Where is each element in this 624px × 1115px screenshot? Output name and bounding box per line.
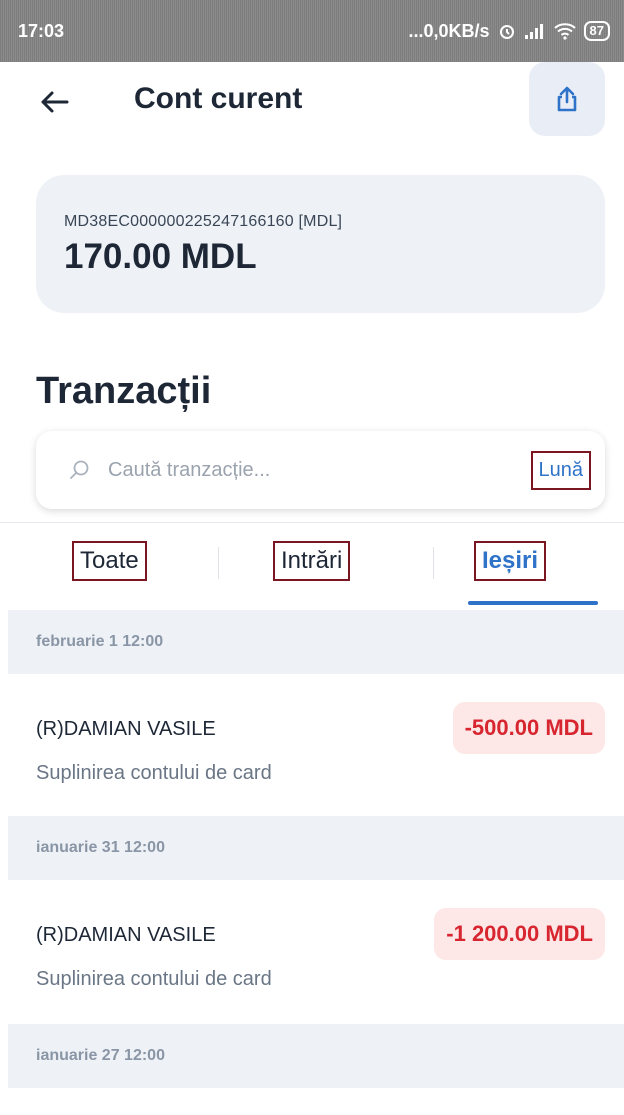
period-filter-button[interactable]: Lună [530, 450, 591, 490]
transaction-description: Suplinirea contului de card [36, 762, 272, 784]
transaction-amount: -1 200.00 MDL [434, 908, 605, 960]
status-bar: 17:03 ...0,0KB/s 87 [0, 0, 624, 62]
status-indicators: ...0,0KB/s 87 [408, 21, 610, 42]
date-header: ianuarie 27 12:00 [8, 1024, 624, 1088]
transaction-name: (R)DAMIAN VASILE [36, 718, 216, 740]
tab-outgoing[interactable]: Ieșiri [474, 541, 547, 581]
divider [0, 522, 624, 523]
tab-separator [433, 547, 434, 579]
share-icon [557, 86, 577, 112]
wifi-icon [553, 23, 576, 40]
transaction-amount: -500.00 MDL [452, 702, 605, 754]
transaction-description: Suplinirea contului de card [36, 968, 272, 990]
tab-separator [218, 547, 219, 579]
transaction-search[interactable]: Caută tranzacție... Lună [36, 431, 605, 509]
account-iban: MD38EC000000225247166160 [MDL] [64, 213, 343, 230]
transaction-item[interactable]: (R)DAMIAN VASILE Suplinirea contului de … [36, 674, 605, 814]
transaction-tabs: Toate Intrări Ieșiri [0, 535, 624, 605]
account-card[interactable]: MD38EC000000225247166160 [MDL] 170.00 MD… [36, 175, 605, 313]
app-header: Cont curent [0, 62, 624, 144]
page-title: Cont curent [134, 82, 303, 115]
search-icon [70, 460, 89, 479]
network-speed: ...0,0KB/s [408, 20, 490, 41]
arrow-left-icon [41, 91, 69, 113]
search-input[interactable]: Caută tranzacție... [108, 459, 531, 482]
tab-all[interactable]: Toate [72, 541, 147, 581]
date-header: februarie 1 12:00 [8, 610, 624, 674]
date-header: ianuarie 31 12:00 [8, 816, 624, 880]
account-balance: 170.00 MDL [64, 237, 257, 276]
status-time: 17:03 [18, 20, 65, 41]
share-button[interactable] [529, 62, 605, 136]
alarm-icon [499, 25, 514, 39]
signal-icon [524, 24, 543, 39]
battery-indicator: 87 [583, 21, 610, 41]
transaction-name: (R)DAMIAN VASILE [36, 924, 216, 946]
active-tab-indicator [468, 601, 598, 605]
tab-incoming[interactable]: Intrări [273, 541, 351, 581]
transactions-title: Tranzacții [36, 370, 212, 412]
transaction-item[interactable]: (R)DAMIAN VASILE Suplinirea contului de … [36, 880, 605, 1020]
back-button[interactable] [32, 80, 76, 124]
